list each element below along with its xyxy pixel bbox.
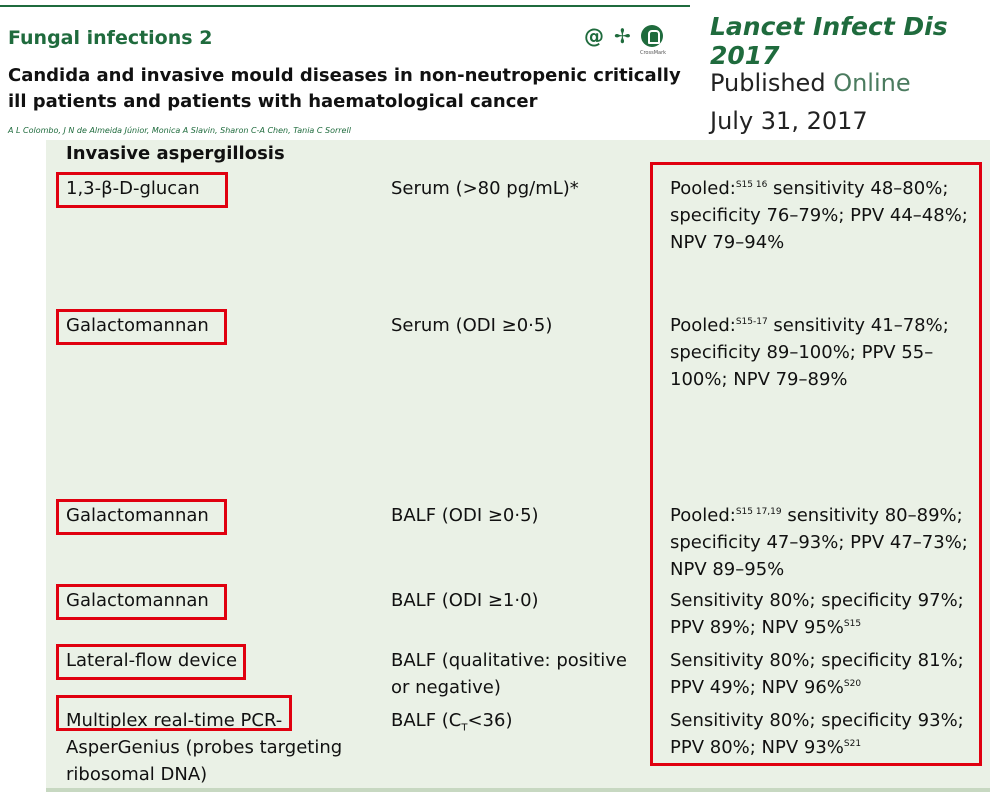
sample-type: BALF (ODI ≥1·0) (391, 590, 539, 611)
journal-citation: Lancet Infect Dis 2017 (710, 12, 948, 70)
sample-type: Serum (>80 pg/mL)* (391, 178, 579, 199)
sample-type: BALF (ODI ≥0·5) (391, 505, 539, 526)
article-title: Candida and invasive mould diseases in n… (8, 65, 681, 112)
section-heading: Invasive aspergillosis (66, 143, 285, 164)
sample-type: BALF (CT<36) (391, 707, 647, 734)
highlight-box-pcr (56, 695, 292, 731)
sample-prefix: BALF (C (391, 710, 462, 731)
highlight-box-galactomannan-balf-05 (56, 499, 227, 535)
pointer-icon[interactable]: ✢ (614, 24, 631, 48)
highlight-box-performance (650, 162, 982, 766)
table-bottom-rule (46, 788, 990, 792)
crossmark-caption: CrossMark (640, 50, 667, 56)
at-icon[interactable]: @ (584, 24, 604, 48)
sample-type: Serum (ODI ≥0·5) (391, 315, 553, 336)
highlight-box-lateral-flow (56, 644, 246, 680)
publication-info: Published Online July 31, 2017 (710, 64, 911, 140)
test-name-cont: AsperGenius (probes targeting ribosomal … (66, 737, 343, 785)
author-list: A L Colombo, J N de Almeida Júnior, Moni… (8, 126, 351, 135)
sample-suffix: <36) (467, 710, 513, 731)
highlight-box-galactomannan-balf-10 (56, 584, 227, 620)
online-label: Online (833, 69, 911, 97)
article-icons: @ ✢ (584, 24, 663, 48)
publication-date: July 31, 2017 (710, 107, 868, 135)
header-rule (0, 5, 690, 7)
highlight-box-galactomannan-serum (56, 309, 227, 345)
published-label: Published (710, 69, 826, 97)
sample-type: BALF (qualitative: positive or negative) (391, 650, 627, 698)
highlight-box-glucan (56, 172, 228, 208)
series-title: Fungal infections 2 (8, 27, 213, 49)
crossmark-icon[interactable] (640, 25, 663, 47)
